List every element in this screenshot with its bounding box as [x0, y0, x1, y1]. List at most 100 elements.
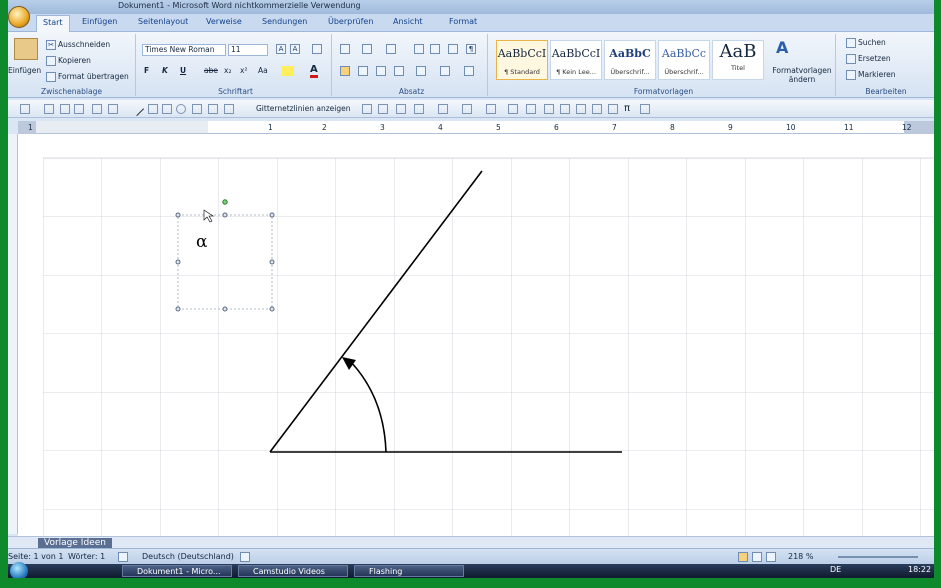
resize-handle[interactable] [175, 259, 181, 265]
rotate-icon[interactable] [396, 104, 406, 114]
print-layout-view-icon[interactable] [738, 552, 748, 562]
office-button[interactable] [8, 6, 30, 28]
grow-font-button[interactable]: A [276, 44, 288, 54]
line-color-icon[interactable] [438, 104, 448, 114]
line-spacing-icon[interactable] [416, 66, 426, 76]
task-word[interactable]: Dokument1 - Micro... [122, 565, 232, 577]
arc-tool-icon[interactable] [192, 104, 202, 114]
paste-icon[interactable] [14, 38, 38, 60]
resize-handle[interactable] [175, 212, 181, 218]
style-standard[interactable]: AaBbCcI ¶ Standard [496, 40, 548, 80]
word-count[interactable]: Wörter: 1 [68, 552, 105, 561]
tab-ansicht[interactable]: Ansicht [393, 17, 423, 26]
tab-einfuegen[interactable]: Einfügen [82, 17, 117, 26]
decrease-indent-icon[interactable] [414, 44, 424, 54]
italic-button[interactable]: K [162, 66, 168, 75]
copy-button[interactable]: Kopieren [46, 56, 91, 66]
format-painter-button[interactable]: Format übertragen [46, 72, 129, 82]
align-right-icon[interactable] [376, 66, 386, 76]
rotate-handle[interactable] [222, 199, 228, 205]
numbering-icon[interactable] [362, 44, 372, 54]
save-icon[interactable] [60, 104, 70, 114]
justify-icon[interactable] [394, 66, 404, 76]
bullets-icon[interactable] [340, 44, 350, 54]
sort-icon[interactable] [448, 44, 458, 54]
table-icon[interactable] [592, 104, 602, 114]
font-family-select[interactable]: Times New Roman [142, 44, 226, 56]
group-objects-icon[interactable] [378, 104, 388, 114]
align-objects-icon[interactable] [362, 104, 372, 114]
autoshapes-icon[interactable] [108, 104, 118, 114]
undo-icon[interactable] [20, 104, 30, 114]
shadow-icon[interactable] [526, 104, 536, 114]
tab-seitenlayout[interactable]: Seitenlayout [138, 17, 188, 26]
replace-button[interactable]: Ersetzen [846, 54, 891, 64]
resize-handle[interactable] [222, 306, 228, 312]
shading-icon[interactable] [440, 66, 450, 76]
tab-sendungen[interactable]: Sendungen [262, 17, 307, 26]
fill-color-icon[interactable] [414, 104, 424, 114]
alpha-label[interactable]: α [196, 232, 208, 252]
style-heading1[interactable]: AaBbC Überschrif... [604, 40, 656, 80]
resize-handle[interactable] [269, 306, 275, 312]
task-camstudio[interactable]: Camstudio Videos [238, 565, 348, 577]
tab-verweise[interactable]: Verweise [206, 17, 242, 26]
open-icon[interactable] [74, 104, 84, 114]
find-button[interactable]: Suchen [846, 38, 886, 48]
arrow-style-icon[interactable] [508, 104, 518, 114]
oval-tool-icon[interactable] [176, 104, 186, 114]
font-color-icon[interactable]: A [310, 64, 318, 78]
strike-button[interactable]: abe [204, 66, 218, 75]
grid-toggle-button[interactable]: Gitternetzlinien anzeigen [256, 104, 350, 113]
checkbox-icon[interactable] [608, 104, 618, 114]
change-styles-icon[interactable]: A [776, 38, 788, 57]
tab-ueberpruefen[interactable]: Überprüfen [328, 17, 373, 26]
zoom-level[interactable]: 218 % [788, 552, 813, 561]
rectangle-tool-icon[interactable] [162, 104, 172, 114]
grid-icon[interactable] [224, 104, 234, 114]
change-case-button[interactable]: Aa [258, 66, 268, 75]
start-button[interactable] [10, 562, 28, 578]
language-status[interactable]: Deutsch (Deutschland) [142, 552, 234, 561]
pilcrow-icon[interactable]: ¶ [466, 44, 476, 54]
clock[interactable]: 18:22 [908, 565, 931, 574]
send-back-icon[interactable] [576, 104, 586, 114]
select-objects-icon[interactable] [92, 104, 102, 114]
proofing-icon[interactable] [118, 552, 128, 562]
clear-format-button[interactable] [312, 44, 324, 54]
highlight-icon[interactable] [282, 66, 294, 76]
zoom-slider[interactable] [838, 556, 918, 558]
paste-button[interactable]: Einfügen [8, 66, 41, 75]
subscript-button[interactable]: x₂ [224, 66, 231, 75]
resize-handle[interactable] [175, 306, 181, 312]
resize-handle[interactable] [269, 212, 275, 218]
style-title[interactable]: AaB Titel [712, 40, 764, 80]
tab-start[interactable]: Start [36, 15, 70, 32]
web-layout-view-icon[interactable] [766, 552, 776, 562]
cut-button[interactable]: ✂ Ausschneiden [46, 40, 110, 50]
align-center-icon[interactable] [358, 66, 368, 76]
macro-record-icon[interactable] [240, 552, 250, 562]
horizontal-scrollbar[interactable]: Vorlage Ideen [8, 536, 934, 548]
horizontal-ruler[interactable]: 1 1 2 3 4 5 6 7 8 9 10 11 12 [18, 121, 934, 134]
fullscreen-view-icon[interactable] [752, 552, 762, 562]
vertical-ruler[interactable] [8, 134, 18, 534]
select-button[interactable]: Markieren [846, 70, 895, 80]
pi-icon[interactable]: π [624, 104, 634, 114]
arrow-tool-icon[interactable] [148, 104, 158, 114]
redo-icon[interactable] [44, 104, 54, 114]
font-size-select[interactable]: 11 [228, 44, 268, 56]
align-left-icon[interactable] [340, 66, 350, 76]
line-tool-icon[interactable] [129, 101, 145, 117]
multilevel-icon[interactable] [386, 44, 396, 54]
resize-handle[interactable] [269, 259, 275, 265]
line-style-icon[interactable] [462, 104, 472, 114]
borders-icon[interactable] [464, 66, 474, 76]
superscript-button[interactable]: x² [240, 66, 247, 75]
task-flashing[interactable]: Flashing [354, 565, 464, 577]
underline-button[interactable]: U [180, 66, 186, 75]
increase-indent-icon[interactable] [430, 44, 440, 54]
bold-button[interactable]: F [144, 66, 149, 75]
style-kein-leerraum[interactable]: AaBbCcI ¶ Kein Lee... [550, 40, 602, 80]
document-canvas[interactable]: α [18, 134, 934, 536]
